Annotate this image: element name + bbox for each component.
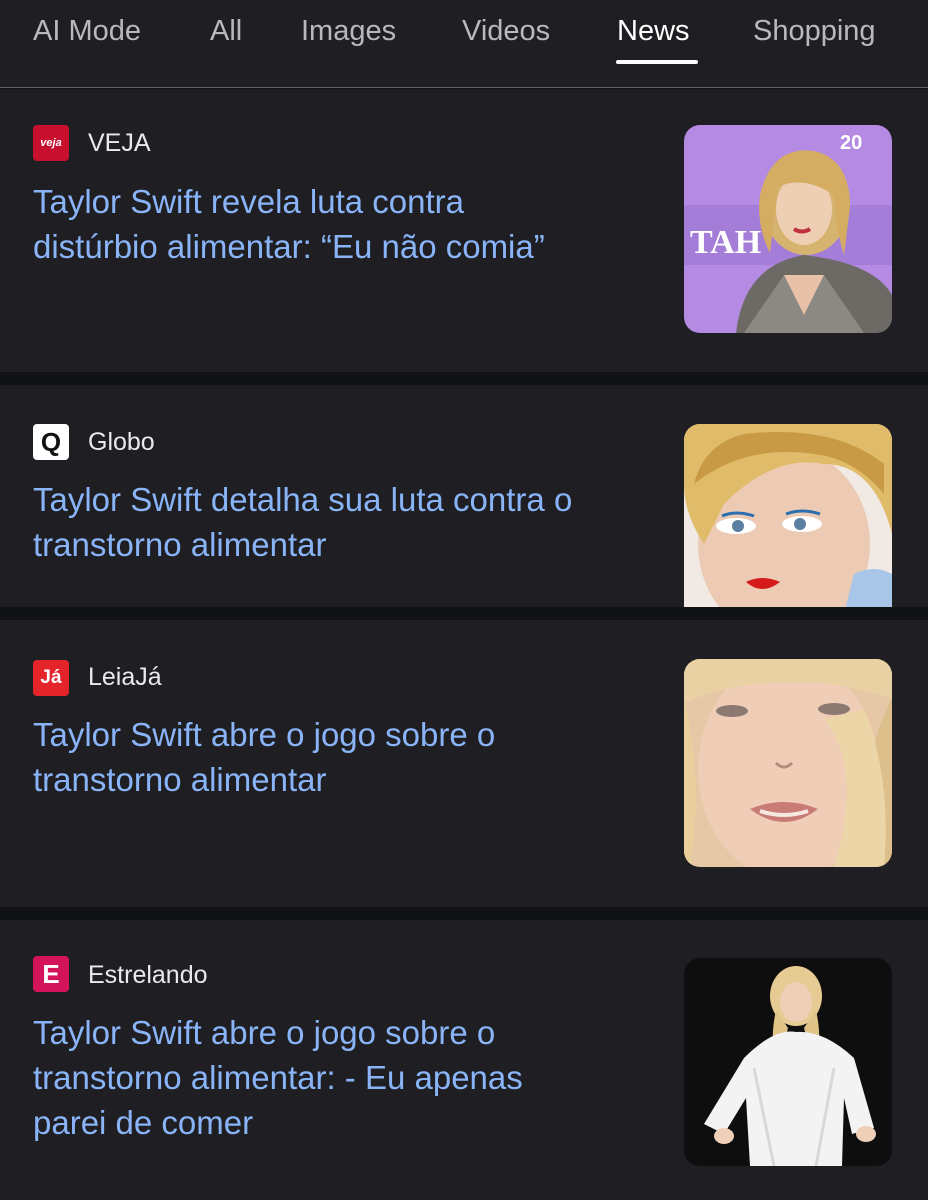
active-tab-indicator — [616, 60, 698, 64]
article-headline[interactable]: Taylor Swift abre o jogo sobre o transto… — [33, 1010, 643, 1145]
svg-text:20: 20 — [840, 132, 862, 154]
veja-logo-icon: veja — [33, 125, 69, 161]
tab-news[interactable]: News — [617, 15, 690, 48]
article-thumbnail[interactable] — [684, 958, 892, 1166]
article-thumbnail[interactable] — [684, 659, 892, 867]
source-name: LeiaJá — [88, 663, 162, 691]
article-headline[interactable]: Taylor Swift revela luta contra distúrbi… — [33, 179, 643, 269]
tab-ai-mode[interactable]: AI Mode — [33, 15, 141, 48]
article-headline[interactable]: Taylor Swift abre o jogo sobre o transto… — [33, 712, 643, 802]
tab-all[interactable]: All — [210, 15, 242, 48]
news-card-leiaja[interactable]: Já LeiaJá Taylor Swift abre o jogo sobre… — [0, 620, 928, 907]
tab-images[interactable]: Images — [301, 15, 396, 48]
leiaja-logo-icon: Já — [33, 660, 69, 696]
source-name: VEJA — [88, 129, 151, 157]
news-card-veja[interactable]: veja VEJA Taylor Swift revela luta contr… — [0, 89, 928, 372]
news-card-estrelando[interactable]: E Estrelando Taylor Swift abre o jogo so… — [0, 920, 928, 1200]
source-name: Estrelando — [88, 961, 208, 989]
news-card-globo[interactable]: Q Globo Taylor Swift detalha sua luta co… — [0, 385, 928, 607]
search-tabs-bar: AI Mode All Images Videos News Shopping — [0, 0, 928, 88]
source-name: Globo — [88, 428, 155, 456]
globo-logo-icon: Q — [33, 424, 69, 460]
estrelando-logo-icon: E — [33, 956, 69, 992]
svg-text:TAH: TAH — [690, 224, 761, 261]
tab-videos[interactable]: Videos — [462, 15, 550, 48]
article-headline[interactable]: Taylor Swift detalha sua luta contra o t… — [33, 477, 643, 567]
article-thumbnail[interactable]: TAH 20 — [684, 125, 892, 333]
article-thumbnail[interactable] — [684, 424, 892, 607]
tab-shopping[interactable]: Shopping — [753, 15, 876, 48]
